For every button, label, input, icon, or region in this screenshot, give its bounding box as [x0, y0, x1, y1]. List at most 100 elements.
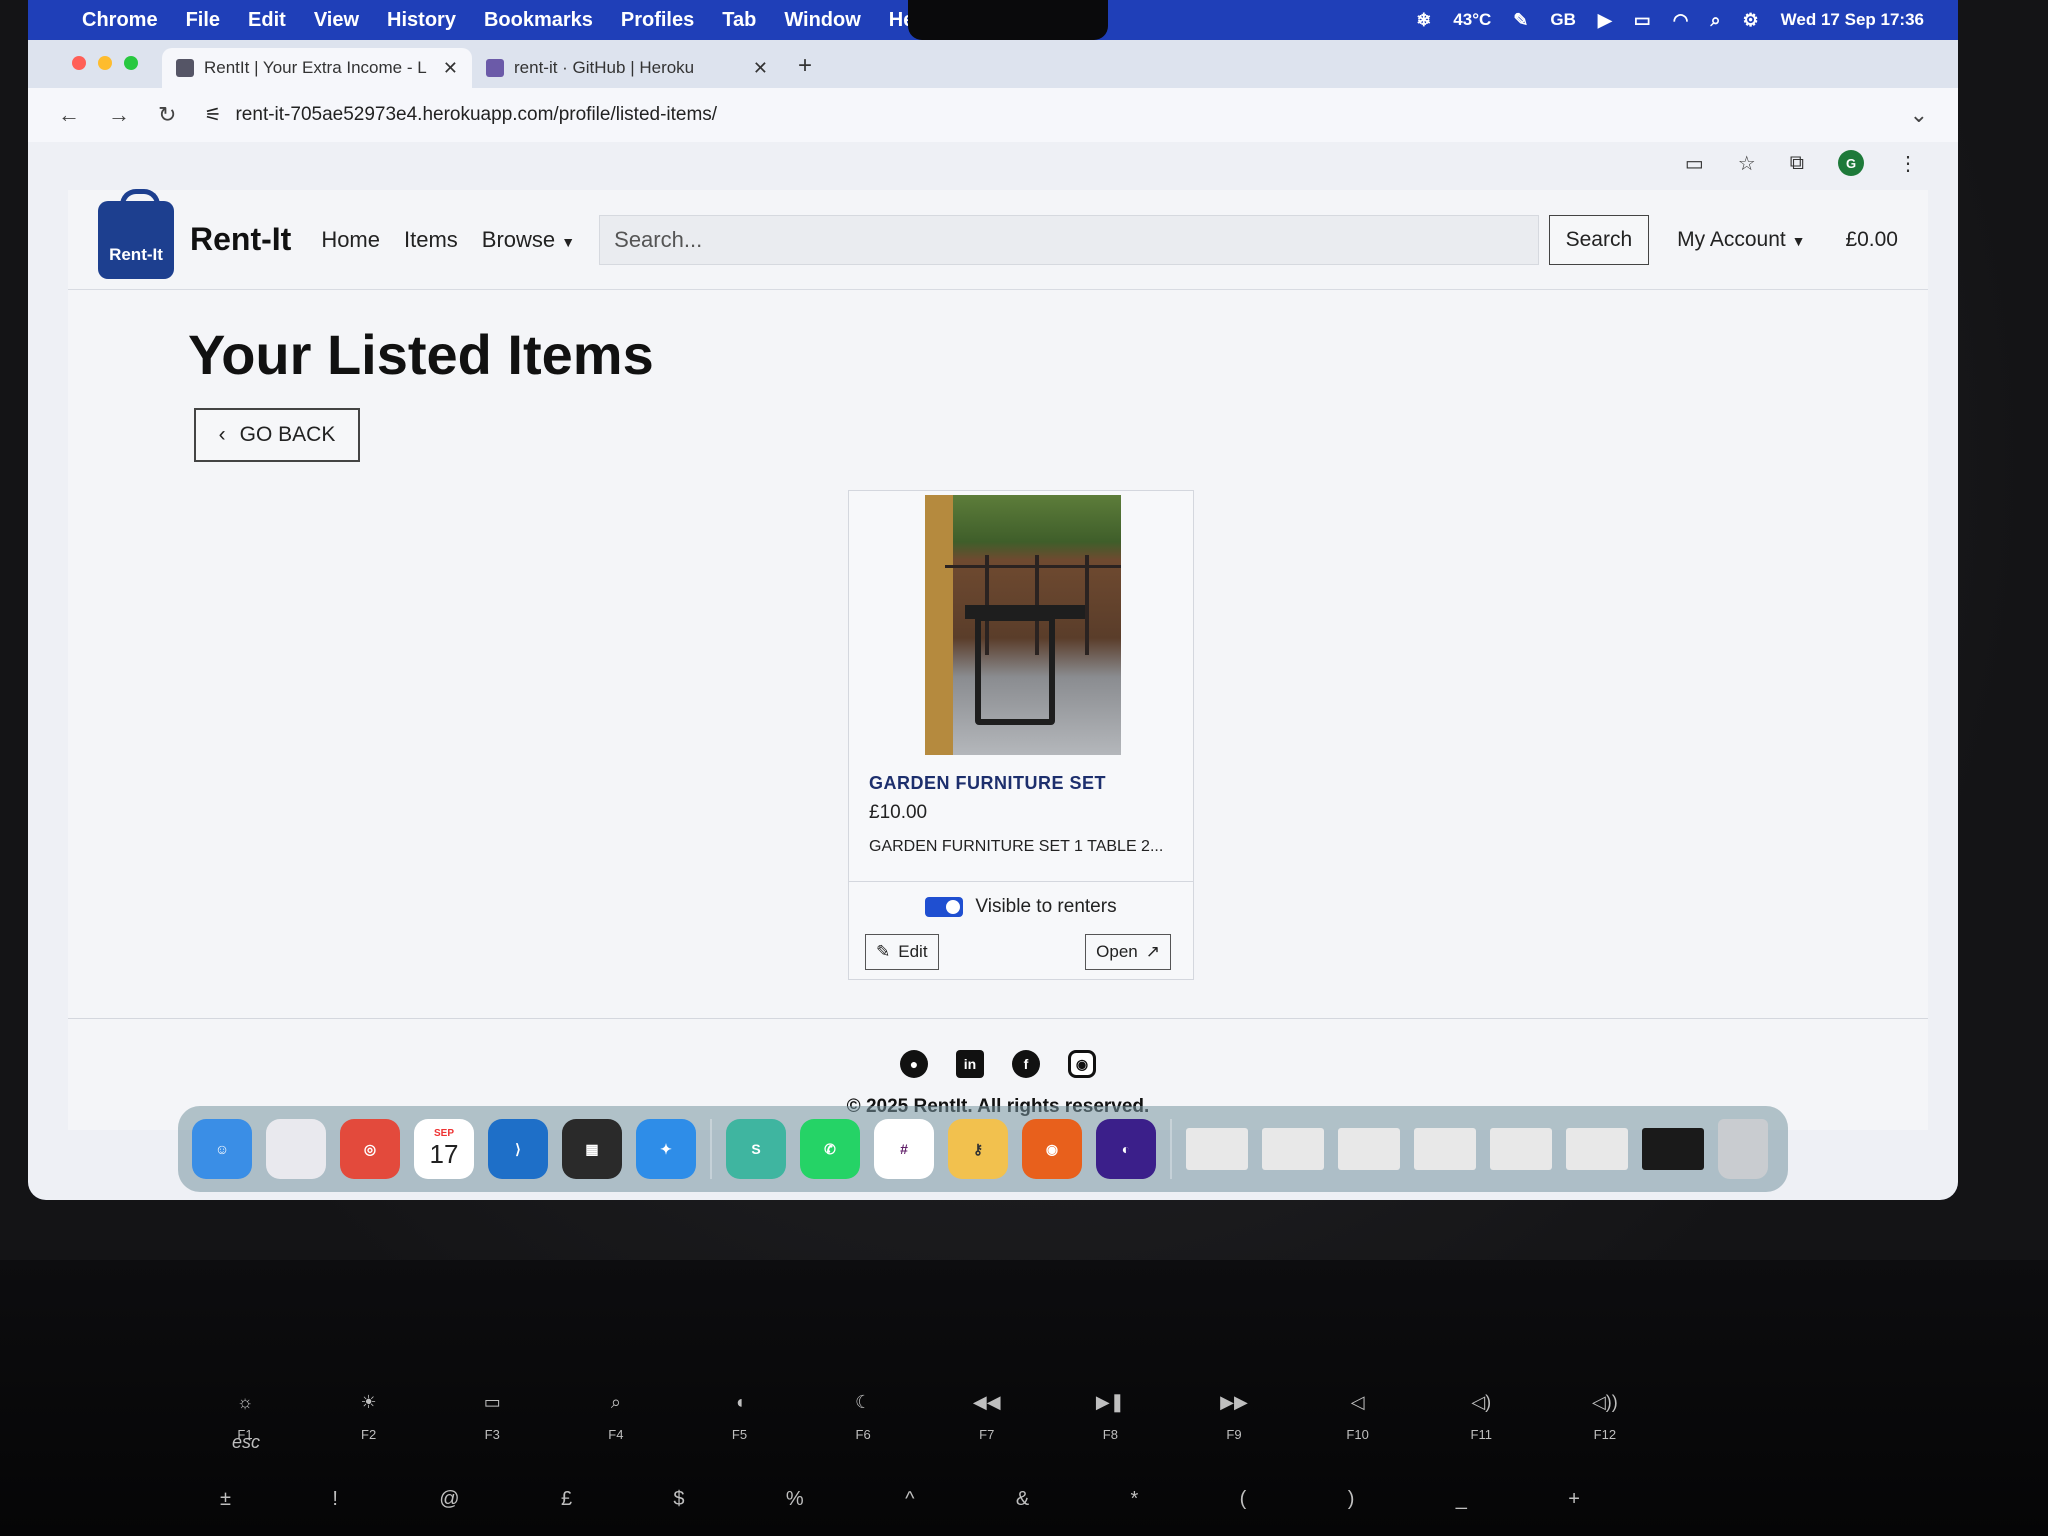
- f3-key[interactable]: ▭ F3: [457, 1392, 527, 1442]
- card-icon[interactable]: ▭: [1685, 151, 1704, 176]
- linkedin-icon[interactable]: in: [956, 1050, 984, 1078]
- menu-tab[interactable]: Tab: [722, 9, 756, 32]
- tab-rentit[interactable]: RentIt | Your Extra Income - L ✕: [162, 48, 472, 88]
- whatsapp-icon[interactable]: ✆: [800, 1119, 860, 1179]
- minimized-window-thumbnail[interactable]: [1414, 1128, 1476, 1170]
- vscode-icon[interactable]: ⟩: [488, 1119, 548, 1179]
- feather-icon[interactable]: ✎: [1513, 10, 1528, 31]
- f5-key[interactable]: ◖ F5: [705, 1392, 775, 1442]
- site-settings-icon[interactable]: ⚟: [204, 104, 221, 127]
- nav-items[interactable]: Items: [404, 227, 458, 253]
- f12-key[interactable]: ◁)) F12: [1570, 1392, 1640, 1442]
- key[interactable]: *: [1131, 1488, 1139, 1511]
- key[interactable]: _: [1456, 1488, 1467, 1511]
- minimized-window-thumbnail[interactable]: [1566, 1128, 1628, 1170]
- menu-history[interactable]: History: [387, 9, 456, 32]
- search-button[interactable]: Search: [1548, 214, 1650, 265]
- firefox-icon[interactable]: ◉: [1022, 1119, 1082, 1179]
- menu-profiles[interactable]: Profiles: [621, 9, 694, 32]
- reload-icon[interactable]: ↻: [158, 102, 176, 128]
- instagram-icon[interactable]: ◉: [1068, 1050, 1096, 1078]
- minimized-window-thumbnail[interactable]: [1642, 1128, 1704, 1170]
- calendar-icon[interactable]: SEP 17: [414, 1119, 474, 1179]
- minimized-window-thumbnail[interactable]: [1262, 1128, 1324, 1170]
- key[interactable]: ±: [220, 1488, 231, 1511]
- url-text[interactable]: rent-it-705ae52973e4.herokuapp.com/profi…: [235, 104, 717, 126]
- menu-bookmarks[interactable]: Bookmarks: [484, 9, 593, 32]
- visibility-toggle[interactable]: [925, 897, 964, 917]
- cart-balance[interactable]: £0.00: [1845, 228, 1898, 252]
- nav-home[interactable]: Home: [321, 227, 380, 253]
- profile-avatar[interactable]: G: [1838, 150, 1864, 176]
- minimized-window-thumbnail[interactable]: [1338, 1128, 1400, 1170]
- search-input[interactable]: Search...: [599, 214, 1539, 265]
- keychain-icon[interactable]: ⚷: [948, 1119, 1008, 1179]
- nav-browse[interactable]: Browse ▼: [482, 227, 575, 253]
- minimized-window-thumbnail[interactable]: [1490, 1128, 1552, 1170]
- f2-key[interactable]: ☀ F2: [334, 1392, 404, 1442]
- input-source-badge[interactable]: GB: [1550, 10, 1576, 30]
- chrome-menu-icon[interactable]: ⋮: [1898, 151, 1918, 176]
- new-tab-button[interactable]: +: [798, 52, 812, 80]
- f11-key[interactable]: ◁) F11: [1446, 1392, 1516, 1442]
- f10-key[interactable]: ◁ F10: [1323, 1392, 1393, 1442]
- menu-window[interactable]: Window: [784, 9, 860, 32]
- close-tab-icon[interactable]: ✕: [753, 58, 768, 79]
- brand-name[interactable]: Rent-It: [190, 221, 291, 258]
- wifi-icon[interactable]: ◠: [1673, 10, 1689, 31]
- menu-edit[interactable]: Edit: [248, 9, 286, 32]
- tab-heroku[interactable]: rent-it · GitHub | Heroku ✕: [472, 48, 782, 88]
- menu-file[interactable]: File: [186, 9, 220, 32]
- go-back-button[interactable]: ‹ GO BACK: [194, 408, 360, 462]
- chrome-icon[interactable]: ◎: [340, 1119, 400, 1179]
- f7-key[interactable]: ◀◀ F7: [952, 1392, 1022, 1442]
- battery-icon[interactable]: ▭: [1634, 10, 1651, 31]
- key[interactable]: %: [786, 1488, 804, 1511]
- address-bar[interactable]: ⚟ rent-it-705ae52973e4.herokuapp.com/pro…: [204, 95, 1881, 135]
- minimized-window-thumbnail[interactable]: [1186, 1128, 1248, 1170]
- f4-key[interactable]: ⌕ F4: [581, 1392, 651, 1442]
- calculator-icon[interactable]: ▦: [562, 1119, 622, 1179]
- my-account-dropdown[interactable]: My Account ▼: [1677, 228, 1805, 252]
- open-button[interactable]: Open ↗: [1085, 934, 1171, 970]
- key[interactable]: +: [1568, 1488, 1580, 1511]
- f6-key[interactable]: ☾ F6: [828, 1392, 898, 1442]
- close-window-button[interactable]: [72, 56, 86, 70]
- trash-icon[interactable]: [1718, 1119, 1768, 1179]
- f1-key[interactable]: ☼ F1: [210, 1392, 280, 1442]
- key[interactable]: !: [332, 1488, 338, 1511]
- f8-key[interactable]: ▶❚ F8: [1075, 1392, 1145, 1442]
- tab-search-chevron-icon[interactable]: ⌄: [1910, 102, 1928, 128]
- github-icon[interactable]: ●: [900, 1050, 928, 1078]
- bookmark-star-icon[interactable]: ☆: [1738, 151, 1756, 176]
- launchpad-icon[interactable]: [266, 1119, 326, 1179]
- key[interactable]: £: [561, 1488, 572, 1511]
- zoom-window-button[interactable]: [124, 56, 138, 70]
- key[interactable]: (: [1240, 1488, 1247, 1511]
- item-photo[interactable]: [925, 495, 1121, 755]
- tor-browser-icon[interactable]: ◐: [1096, 1119, 1156, 1179]
- menu-app-name[interactable]: Chrome: [82, 9, 158, 32]
- temperature-icon[interactable]: ❄: [1416, 10, 1431, 31]
- spotlight-search-icon[interactable]: ⌕: [1710, 10, 1720, 31]
- extensions-puzzle-icon[interactable]: ⧉: [1790, 152, 1804, 175]
- finder-icon[interactable]: ☺: [192, 1119, 252, 1179]
- control-center-icon[interactable]: ⚙: [1743, 10, 1759, 31]
- menubar-clock[interactable]: Wed 17 Sep 17:36: [1781, 10, 1924, 30]
- key[interactable]: &: [1016, 1488, 1029, 1511]
- forward-icon[interactable]: →: [108, 102, 130, 128]
- surfshark-icon[interactable]: S: [726, 1119, 786, 1179]
- key[interactable]: ): [1348, 1488, 1355, 1511]
- back-icon[interactable]: ←: [58, 102, 80, 128]
- close-tab-icon[interactable]: ✕: [443, 58, 458, 79]
- facebook-icon[interactable]: f: [1012, 1050, 1040, 1078]
- key[interactable]: $: [673, 1488, 684, 1511]
- brand-logo[interactable]: Rent-It: [98, 188, 174, 279]
- edit-button[interactable]: ✎ Edit: [865, 934, 939, 970]
- minimize-window-button[interactable]: [98, 56, 112, 70]
- menu-view[interactable]: View: [314, 9, 359, 32]
- item-title[interactable]: GARDEN FURNITURE SET: [869, 773, 1177, 794]
- key[interactable]: @: [439, 1488, 459, 1511]
- safari-icon[interactable]: ✦: [636, 1119, 696, 1179]
- play-icon[interactable]: ▶: [1598, 10, 1612, 31]
